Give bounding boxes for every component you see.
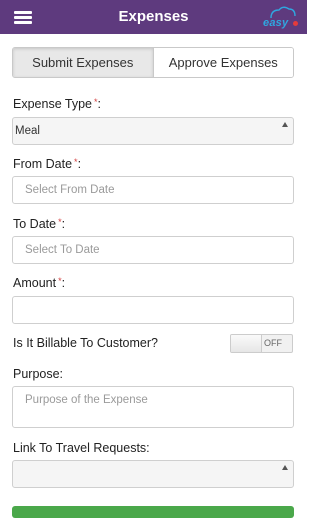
logo-text: easy <box>263 17 289 29</box>
to-date-placeholder: Select To Date <box>25 244 100 256</box>
tab-submit-expenses[interactable]: Submit Expenses <box>13 48 154 77</box>
expense-type-value: Meal <box>15 125 40 137</box>
to-date-label: To Date *: <box>13 217 66 231</box>
expense-type-label: Expense Type *: <box>13 97 101 111</box>
billable-toggle[interactable]: OFF <box>230 334 293 353</box>
tab-approve-expenses[interactable]: Approve Expenses <box>153 48 293 77</box>
easy-logo: easy <box>261 4 301 30</box>
from-date-label: From Date *: <box>13 157 82 171</box>
toggle-knob <box>231 335 262 352</box>
logo-dot <box>293 21 298 26</box>
purpose-placeholder: Purpose of the Expense <box>25 394 148 406</box>
amount-label: Amount *: <box>13 276 66 290</box>
from-date-placeholder: Select From Date <box>25 184 115 196</box>
expense-type-select[interactable]: Meal <box>12 117 294 145</box>
app-header: Expenses easy <box>0 0 307 34</box>
submit-button[interactable] <box>12 506 294 518</box>
dropdown-arrow-icon <box>282 465 288 470</box>
toggle-state: OFF <box>264 338 282 348</box>
purpose-label: Purpose: <box>13 367 64 381</box>
dropdown-arrow-icon <box>282 122 288 127</box>
travel-requests-label: Link To Travel Requests: <box>13 441 150 455</box>
expense-tabs: Submit Expenses Approve Expenses <box>12 47 294 78</box>
amount-input[interactable] <box>12 296 294 324</box>
travel-requests-select[interactable] <box>12 460 294 488</box>
from-date-input[interactable]: Select From Date <box>12 176 294 204</box>
to-date-input[interactable]: Select To Date <box>12 236 294 264</box>
purpose-textarea[interactable]: Purpose of the Expense <box>12 386 294 428</box>
billable-label: Is It Billable To Customer? <box>13 336 158 350</box>
